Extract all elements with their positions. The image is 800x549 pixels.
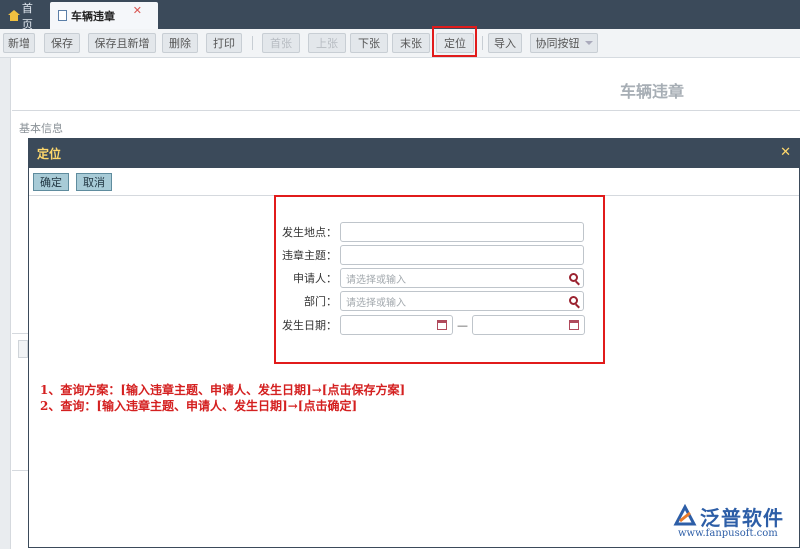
toolbar-separator [252,36,253,50]
date-range-separator: — [457,318,468,332]
save-and-new-button[interactable]: 保存且新增 [88,33,156,53]
calendar-icon[interactable] [569,320,579,330]
applicant-placeholder: 请选择或输入 [346,274,406,286]
assist-dropdown-label: 协同按钮 [535,37,580,50]
assist-dropdown-button[interactable]: 协同按钮 [530,33,598,53]
home-icon [8,10,20,21]
field-label-subject: 违章主题： [282,249,337,262]
dialog-header: 定位 ✕ [29,139,799,168]
brand-logo-icon [673,504,697,526]
chevron-down-icon [584,41,593,45]
close-icon[interactable]: ✕ [780,145,791,160]
new-button[interactable]: 新增 [3,33,35,53]
dialog-toolbar: 确定 取消 [29,168,799,196]
location-input[interactable] [340,222,584,242]
last-record-button[interactable]: 末张 [392,33,430,53]
search-icon[interactable] [569,273,578,282]
tab-vehicle-violation[interactable]: 车辆违章 ✕ [50,2,158,29]
brand-logo: 泛普软件 www.fanpusoft.com [672,502,794,542]
field-row-applicant: 申请人： 请选择或输入 [280,268,584,288]
calendar-icon[interactable] [437,320,447,330]
toolbar-separator [482,36,483,50]
form-divider [12,333,28,334]
tab-home-label: 首页 [21,1,33,31]
main-toolbar: 新增 保存 保存且新增 删除 打印 首张 上张 下张 末张 定位 导入 协同按钮 [0,29,800,58]
locate-highlight-box [432,26,477,57]
form-divider [12,470,28,471]
close-icon[interactable]: ✕ [133,4,142,17]
form-fragment [18,340,28,358]
field-label-location: 发生地点： [282,226,337,239]
date-start-input[interactable] [340,315,453,335]
import-button[interactable]: 导入 [488,33,522,53]
brand-logo-url: www.fanpusoft.com [678,528,778,539]
field-row-date: 发生日期： — [280,315,585,335]
tab-vehicle-violation-label: 车辆违章 [71,9,115,23]
applicant-input[interactable]: 请选择或输入 [340,268,584,288]
form-divider [12,110,800,111]
print-button[interactable]: 打印 [206,33,242,53]
brand-logo-text: 泛普软件 [700,506,784,530]
field-label-applicant: 申请人： [293,272,337,285]
field-label-date: 发生日期： [282,319,337,332]
dialog-title: 定位 [37,147,62,161]
field-row-department: 部门： 请选择或输入 [280,291,584,311]
tab-home[interactable]: 首页 [0,1,48,31]
document-icon [58,10,67,21]
instruction-note-2: 2、查询：[输入违章主题、申请人、发生日期]→[点击确定] [40,399,358,413]
previous-record-button[interactable]: 上张 [308,33,346,53]
department-input[interactable]: 请选择或输入 [340,291,584,311]
instruction-note-1: 1、查询方案：[输入违章主题、申请人、发生日期]→[点击保存方案] [40,383,406,397]
next-record-button[interactable]: 下张 [350,33,388,53]
date-end-input[interactable] [472,315,585,335]
tab-bar: 首页 车辆违章 ✕ [0,0,800,31]
save-button[interactable]: 保存 [44,33,80,53]
search-icon[interactable] [569,296,578,305]
cancel-button[interactable]: 取消 [76,173,112,191]
department-placeholder: 请选择或输入 [346,297,406,309]
section-label-basic-info: 基本信息 [19,122,63,135]
field-label-department: 部门： [304,295,337,308]
field-row-subject: 违章主题： [280,245,584,265]
form-title: 车辆违章 [620,82,685,101]
confirm-button[interactable]: 确定 [33,173,69,191]
subject-input[interactable] [340,245,584,265]
delete-button[interactable]: 删除 [162,33,198,53]
field-row-location: 发生地点： [280,222,584,242]
first-record-button[interactable]: 首张 [262,33,300,53]
